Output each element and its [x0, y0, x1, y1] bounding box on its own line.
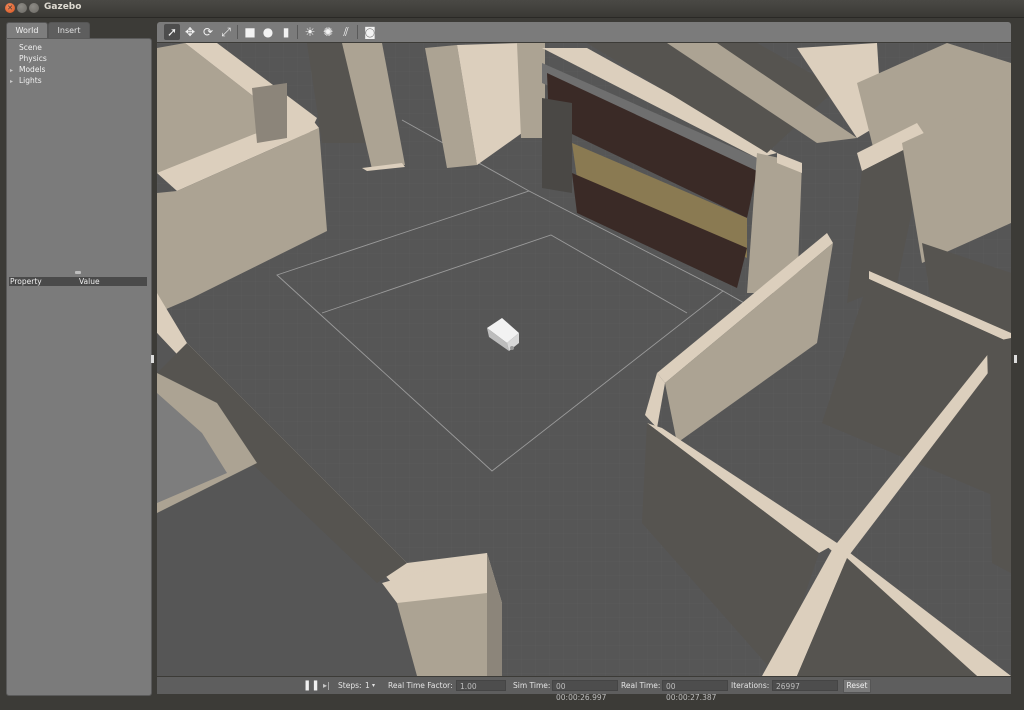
maximize-window-button[interactable]: [29, 3, 39, 13]
minimize-window-button[interactable]: [17, 3, 27, 13]
iterations-value: 26997: [772, 680, 838, 691]
scale-icon[interactable]: ⤢: [218, 24, 234, 40]
tree-item-label: Scene: [19, 43, 42, 52]
spot-light-icon[interactable]: ✺: [320, 24, 336, 40]
pause-icon[interactable]: ❚❚: [303, 677, 320, 694]
scene-render: [157, 43, 1011, 676]
reset-button[interactable]: Reset: [843, 679, 871, 693]
iterations-label: Iterations:: [731, 681, 770, 690]
3d-viewport[interactable]: [157, 43, 1011, 676]
panel-splitter-handle[interactable]: [75, 271, 81, 274]
value-column-header: Value: [79, 277, 100, 286]
translate-icon[interactable]: ✥: [182, 24, 198, 40]
steps-label: Steps:: [338, 681, 362, 690]
right-panel-collapse-handle[interactable]: [1014, 355, 1017, 363]
tree-item-label: Models: [19, 65, 46, 74]
tree-item-label: Lights: [19, 76, 42, 85]
tab-world[interactable]: World: [6, 22, 48, 39]
steps-dropdown-icon[interactable]: ▾: [372, 677, 375, 694]
left-panel: World Insert Scene Physics ▸ Models ▸ Ligh…: [6, 22, 152, 696]
screenshot-icon[interactable]: ◙: [362, 24, 378, 40]
sim-time-label: Sim Time:: [513, 681, 551, 690]
world-tree: Scene Physics ▸ Models ▸ Lights Property V…: [6, 38, 152, 696]
steps-value[interactable]: 1: [365, 677, 370, 694]
tree-item-physics[interactable]: Physics: [10, 53, 47, 64]
toolbar: ➚ ✥ ⟳ ⤢ ■ ● ▮ ☀ ✺ ⫽ ◙: [157, 22, 1011, 42]
sphere-icon[interactable]: ●: [260, 24, 276, 40]
title-bar: ✕ Gazebo: [0, 0, 1024, 18]
status-bar: ❚❚ ▸| Steps: 1 ▾ Real Time Factor: 1.00 …: [157, 677, 1011, 702]
tab-insert[interactable]: Insert: [48, 22, 90, 39]
tree-item-scene[interactable]: Scene: [10, 42, 42, 53]
point-light-icon[interactable]: ☀: [302, 24, 318, 40]
real-time-label: Real Time:: [621, 681, 661, 690]
rtf-value: 1.00: [456, 680, 506, 691]
tree-item-models[interactable]: ▸ Models: [10, 64, 45, 75]
property-table-header: Property Value: [9, 277, 147, 286]
directional-light-icon[interactable]: ⫽: [338, 24, 354, 40]
real-time-value: 00 00:00:27.387: [662, 680, 728, 702]
left-panel-collapse-handle[interactable]: [151, 355, 154, 363]
box-icon[interactable]: ■: [242, 24, 258, 40]
step-icon[interactable]: ▸|: [323, 677, 330, 694]
sim-time-value: 00 00:00:26.997: [552, 680, 618, 702]
tree-expander-icon: ▸: [10, 78, 14, 85]
window-title: Gazebo: [44, 2, 82, 12]
gazebo-window: ✕ Gazebo World Insert Scene Physics ▸ Mod…: [0, 0, 1024, 710]
close-window-button[interactable]: ✕: [5, 3, 15, 13]
tree-item-lights[interactable]: ▸ Lights: [10, 75, 42, 86]
tree-item-label: Physics: [19, 54, 47, 63]
select-arrow-icon[interactable]: ➚: [164, 24, 180, 40]
rotate-icon[interactable]: ⟳: [200, 24, 216, 40]
rtf-label: Real Time Factor:: [388, 681, 453, 690]
property-column-header: Property: [10, 277, 42, 286]
cylinder-icon[interactable]: ▮: [278, 24, 294, 40]
